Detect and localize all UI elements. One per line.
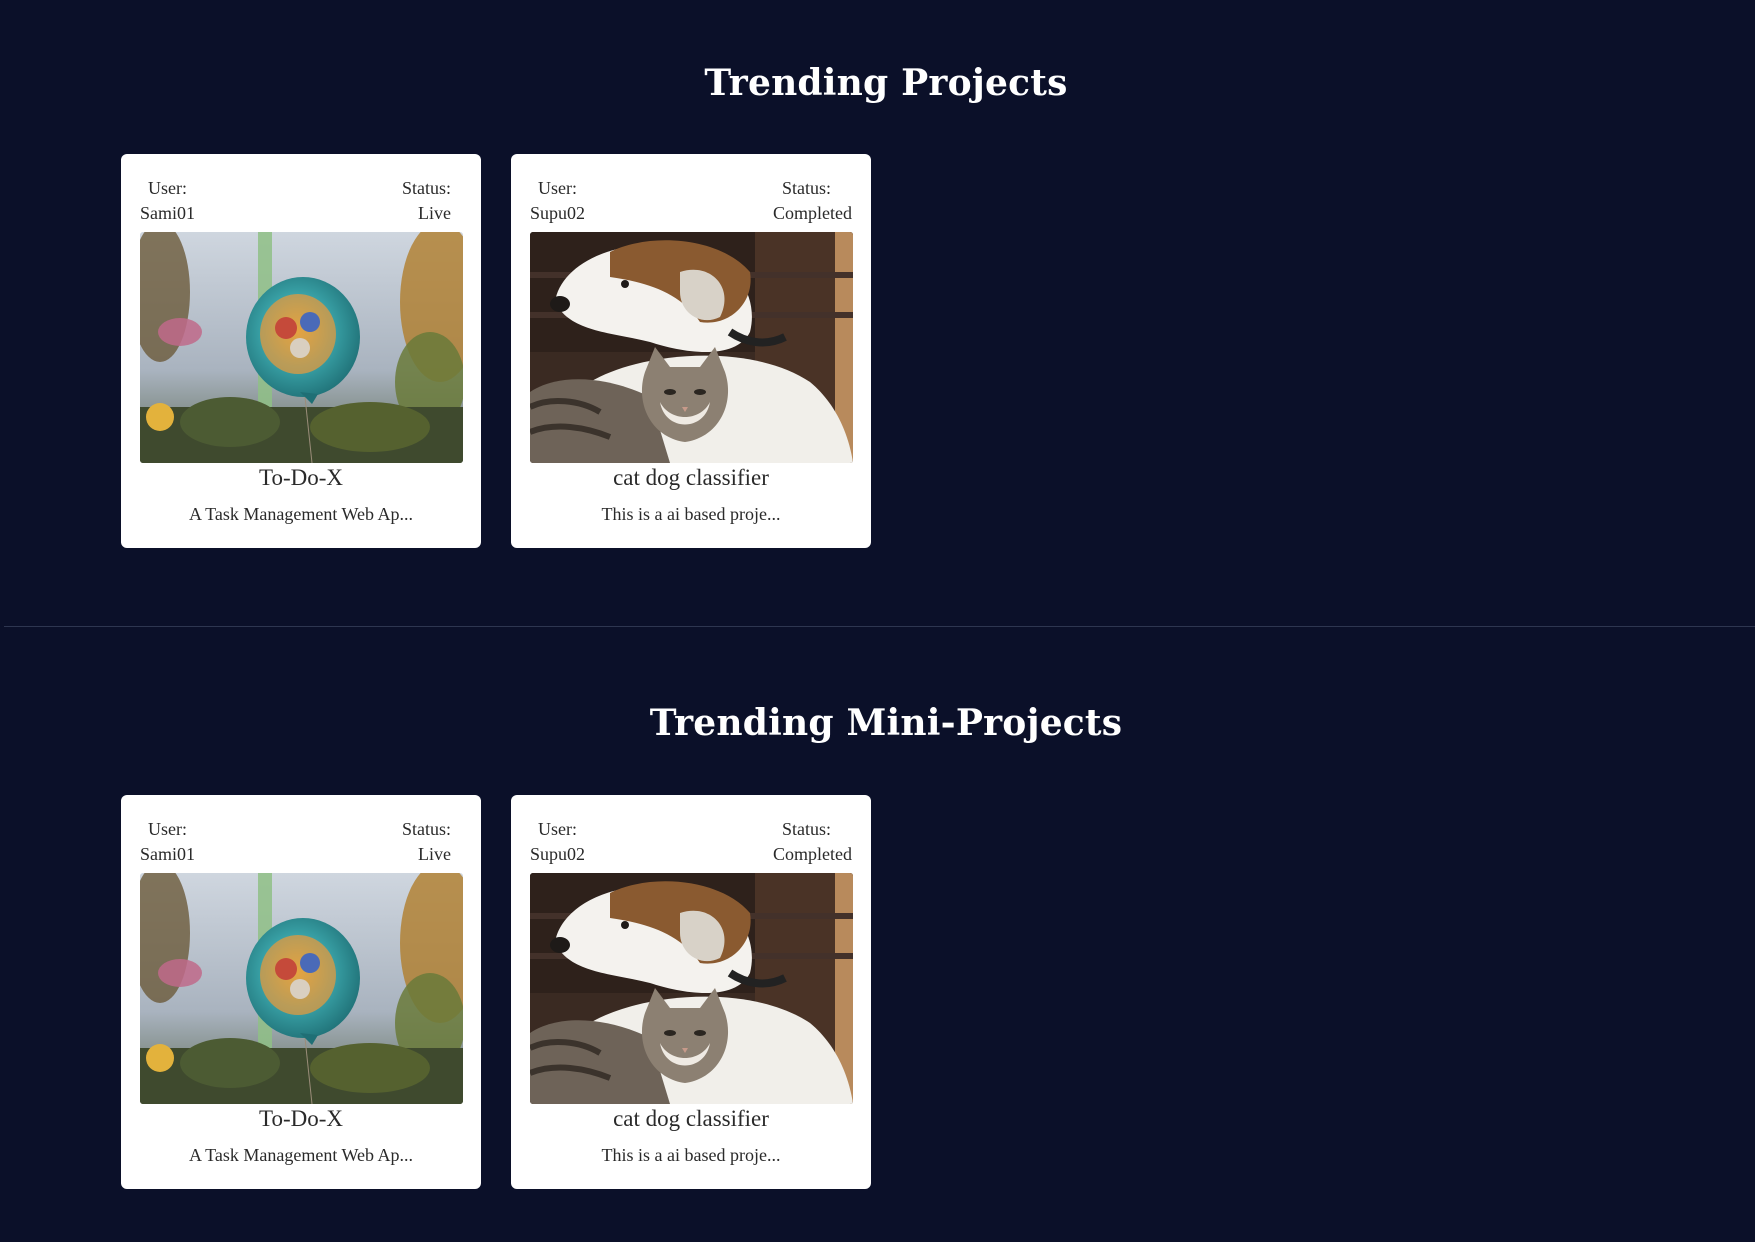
section-title-trending-projects: Trending Projects xyxy=(704,62,1068,104)
card-user: User: Supu02 xyxy=(530,176,585,226)
status-value: Live xyxy=(418,203,451,223)
mini-project-card[interactable]: User: Supu02 Status: Completed cat dog c… xyxy=(511,795,871,1189)
card-user: User: Sami01 xyxy=(140,176,195,226)
section-divider xyxy=(4,626,1755,627)
status-label: Status: xyxy=(781,178,831,198)
status-label: Status: xyxy=(781,819,831,839)
project-description: A Task Management Web Ap... xyxy=(188,504,414,524)
status-value: Live xyxy=(418,844,451,864)
project-card[interactable]: User: Supu02 Status: Completed cat dog c… xyxy=(511,154,871,548)
card-user: User: Sami01 xyxy=(140,817,195,867)
project-name[interactable]: To-Do-X xyxy=(121,1106,481,1132)
user-name: Sami01 xyxy=(140,844,196,864)
balloon-photo[interactable] xyxy=(140,232,463,463)
card-status: Status: Completed xyxy=(773,817,852,867)
section-title-trending-mini-projects: Trending Mini-Projects xyxy=(649,702,1123,744)
status-label: Status: xyxy=(401,819,451,839)
card-status: Status: Live xyxy=(402,176,451,226)
card-status: Status: Live xyxy=(402,817,451,867)
project-name[interactable]: cat dog classifier xyxy=(511,465,871,491)
user-name: Supu02 xyxy=(530,203,586,223)
status-value: Completed xyxy=(773,203,852,223)
balloon-photo[interactable] xyxy=(140,873,463,1104)
project-description: This is a ai based proje... xyxy=(601,1145,781,1165)
card-user: User: Supu02 xyxy=(530,817,585,867)
user-name: Sami01 xyxy=(140,203,196,223)
user-label: User: xyxy=(538,819,577,839)
project-card[interactable]: User: Sami01 Status: Live To-Do-X A Task… xyxy=(121,154,481,548)
user-name: Supu02 xyxy=(530,844,586,864)
user-label: User: xyxy=(148,178,187,198)
project-description: This is a ai based proje... xyxy=(601,504,781,524)
user-label: User: xyxy=(538,178,577,198)
page: Trending Projects User: Sami01 Status: L… xyxy=(0,0,1755,1242)
card-status: Status: Completed xyxy=(773,176,852,226)
mini-project-card[interactable]: User: Sami01 Status: Live To-Do-X A Task… xyxy=(121,795,481,1189)
project-description: A Task Management Web Ap... xyxy=(188,1145,414,1165)
project-name[interactable]: To-Do-X xyxy=(121,465,481,491)
status-label: Status: xyxy=(401,178,451,198)
status-value: Completed xyxy=(773,844,852,864)
dog-and-cat-photo[interactable] xyxy=(530,873,853,1104)
user-label: User: xyxy=(148,819,187,839)
project-name[interactable]: cat dog classifier xyxy=(511,1106,871,1132)
dog-and-cat-photo[interactable] xyxy=(530,232,853,463)
